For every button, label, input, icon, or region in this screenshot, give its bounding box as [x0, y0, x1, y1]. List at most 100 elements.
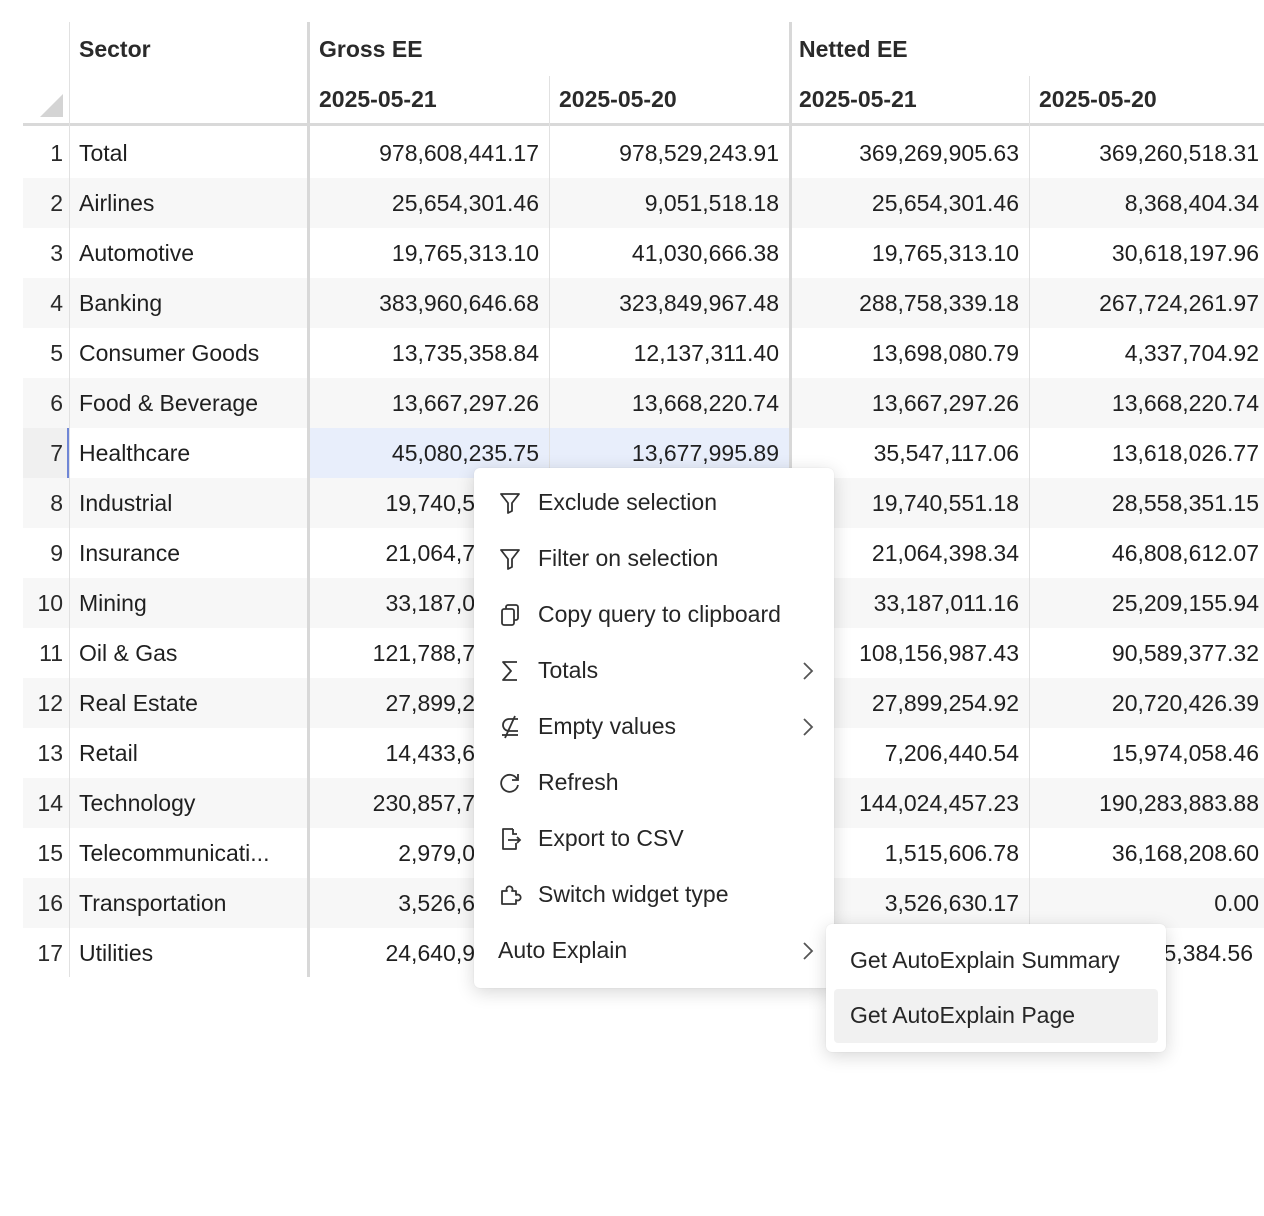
sector-cell[interactable]: Technology — [70, 790, 308, 817]
row-number[interactable]: 4 — [23, 290, 69, 317]
value-cell-netted-ee-2025-05-20[interactable]: 0.00 — [1030, 890, 1264, 917]
sector-cell[interactable]: Automotive — [70, 240, 308, 267]
value-cell-gross-ee-2025-05-20[interactable]: 9,051,518.18 — [550, 190, 790, 217]
group-header-gross-ee[interactable]: Gross EE — [319, 36, 423, 63]
value-cell-gross-ee-2025-05-21[interactable]: 13,667,297.26 — [310, 390, 550, 417]
sector-cell[interactable]: Banking — [70, 290, 308, 317]
get-autoexplain-page-item[interactable]: Get AutoExplain Page — [834, 989, 1158, 1043]
sector-cell[interactable]: Retail — [70, 740, 308, 767]
value-cell-netted-ee-2025-05-20[interactable]: 20,720,426.39 — [1030, 690, 1264, 717]
value-cell-gross-ee-2025-05-20[interactable]: 978,529,243.91 — [550, 140, 790, 167]
value-cell-netted-ee-2025-05-20[interactable]: 46,808,612.07 — [1030, 540, 1264, 567]
menu-item-export-to-csv[interactable]: Export to CSV — [474, 812, 834, 868]
menu-item-empty-values[interactable]: Empty values — [474, 700, 834, 756]
sector-cell[interactable]: Oil & Gas — [70, 640, 308, 667]
value-cell-netted-ee-2025-05-21[interactable]: 35,547,117.06 — [790, 440, 1030, 467]
get-autoexplain-summary-item[interactable]: Get AutoExplain Summary — [834, 934, 1158, 988]
value-cell-netted-ee-2025-05-21[interactable]: 288,758,339.18 — [790, 290, 1030, 317]
menu-item-auto-explain[interactable]: Auto Explain — [474, 924, 834, 980]
menu-item-copy-query-to-clipboard[interactable]: Copy query to clipboard — [474, 588, 834, 644]
sector-cell[interactable]: Healthcare — [70, 440, 308, 467]
value-cell-netted-ee-2025-05-20[interactable]: 25,209,155.94 — [1030, 590, 1264, 617]
date-header-netted-2[interactable]: 2025-05-20 — [1039, 86, 1157, 113]
value-cell-gross-ee-2025-05-20[interactable]: 13,668,220.74 — [550, 390, 790, 417]
value-cell-gross-ee-2025-05-20[interactable]: 323,849,967.48 — [550, 290, 790, 317]
menu-item-exclude-selection[interactable]: Exclude selection — [474, 476, 834, 532]
value-cell-gross-ee-2025-05-21[interactable]: 45,080,235.75 — [310, 440, 550, 467]
sector-cell[interactable]: Telecommunicati... — [70, 840, 308, 867]
value-cell-gross-ee-2025-05-21[interactable]: 25,654,301.46 — [310, 190, 550, 217]
value-cell-gross-ee-2025-05-20[interactable]: 41,030,666.38 — [550, 240, 790, 267]
menu-item-refresh[interactable]: Refresh — [474, 756, 834, 812]
value-cell-gross-ee-2025-05-21[interactable]: 27,899,2 — [310, 690, 475, 717]
row-number[interactable]: 12 — [23, 690, 69, 717]
row-number[interactable]: 11 — [23, 640, 69, 667]
value-cell-gross-ee-2025-05-20[interactable]: 13,677,995.89 — [550, 440, 790, 467]
sector-cell[interactable]: Mining — [70, 590, 308, 617]
value-cell-netted-ee-2025-05-20[interactable]: 13,668,220.74 — [1030, 390, 1264, 417]
date-header-gross-2[interactable]: 2025-05-20 — [559, 86, 677, 113]
value-cell-gross-ee-2025-05-21[interactable]: 14,433,6 — [310, 740, 475, 767]
group-header-netted-ee[interactable]: Netted EE — [799, 36, 908, 63]
sector-cell[interactable]: Consumer Goods — [70, 340, 308, 367]
row-number[interactable]: 13 — [23, 740, 69, 767]
value-cell-gross-ee-2025-05-21[interactable]: 21,064,7 — [310, 540, 475, 567]
sector-cell[interactable]: Airlines — [70, 190, 308, 217]
value-cell-netted-ee-2025-05-20[interactable]: 190,283,883.88 — [1030, 790, 1264, 817]
menu-item-totals[interactable]: Totals — [474, 644, 834, 700]
row-number[interactable]: 6 — [23, 390, 69, 417]
row-number[interactable]: 2 — [23, 190, 69, 217]
value-cell-netted-ee-2025-05-20[interactable]: 4,337,704.92 — [1030, 340, 1264, 367]
row-number[interactable]: 3 — [23, 240, 69, 267]
value-cell-netted-ee-2025-05-20[interactable]: 15,974,058.46 — [1030, 740, 1264, 767]
value-cell-gross-ee-2025-05-21[interactable]: 19,740,5 — [310, 490, 475, 517]
value-cell-gross-ee-2025-05-21[interactable]: 33,187,0 — [310, 590, 475, 617]
row-number[interactable]: 14 — [23, 790, 69, 817]
value-cell-gross-ee-2025-05-21[interactable]: 13,735,358.84 — [310, 340, 550, 367]
value-cell-gross-ee-2025-05-21[interactable]: 978,608,441.17 — [310, 140, 550, 167]
sector-cell[interactable]: Food & Beverage — [70, 390, 308, 417]
select-all-corner[interactable] — [40, 94, 63, 117]
value-cell-netted-ee-2025-05-20[interactable]: 36,168,208.60 — [1030, 840, 1264, 867]
sector-cell[interactable]: Insurance — [70, 540, 308, 567]
sector-cell[interactable]: Utilities — [70, 940, 308, 967]
value-cell-netted-ee-2025-05-20[interactable]: 28,558,351.15 — [1030, 490, 1264, 517]
value-cell-netted-ee-2025-05-21[interactable]: 13,667,297.26 — [790, 390, 1030, 417]
row-number[interactable]: 16 — [23, 890, 69, 917]
sector-cell[interactable]: Transportation — [70, 890, 308, 917]
value-cell-gross-ee-2025-05-21[interactable]: 121,788,7 — [310, 640, 475, 667]
sector-cell[interactable]: Real Estate — [70, 690, 308, 717]
value-cell-gross-ee-2025-05-21[interactable]: 3,526,6 — [310, 890, 475, 917]
value-cell-netted-ee-2025-05-21[interactable]: 369,269,905.63 — [790, 140, 1030, 167]
row-number[interactable]: 1 — [23, 140, 69, 167]
value-cell-gross-ee-2025-05-20[interactable]: 12,137,311.40 — [550, 340, 790, 367]
menu-item-switch-widget-type[interactable]: Switch widget type — [474, 868, 834, 924]
value-cell-netted-ee-2025-05-21[interactable]: 25,654,301.46 — [790, 190, 1030, 217]
value-cell-gross-ee-2025-05-21[interactable]: 24,640,9 — [310, 940, 475, 967]
value-cell-gross-ee-2025-05-21[interactable]: 19,765,313.10 — [310, 240, 550, 267]
row-number[interactable]: 7 — [23, 440, 69, 467]
value-cell-netted-ee-2025-05-20[interactable]: 90,589,377.32 — [1030, 640, 1264, 667]
date-header-gross-1[interactable]: 2025-05-21 — [319, 86, 437, 113]
row-number[interactable]: 10 — [23, 590, 69, 617]
value-cell-gross-ee-2025-05-21[interactable]: 230,857,7 — [310, 790, 475, 817]
row-number[interactable]: 8 — [23, 490, 69, 517]
value-cell-netted-ee-2025-05-20[interactable]: 13,618,026.77 — [1030, 440, 1264, 467]
sector-cell[interactable]: Industrial — [70, 490, 308, 517]
row-number[interactable]: 15 — [23, 840, 69, 867]
value-cell-netted-ee-2025-05-20[interactable]: 8,368,404.34 — [1030, 190, 1264, 217]
value-cell-netted-ee-2025-05-20[interactable]: 267,724,261.97 — [1030, 290, 1264, 317]
value-cell-netted-ee-2025-05-21[interactable]: 19,765,313.10 — [790, 240, 1030, 267]
value-cell-netted-ee-2025-05-21[interactable]: 13,698,080.79 — [790, 340, 1030, 367]
value-cell-netted-ee-2025-05-20[interactable]: 30,618,197.96 — [1030, 240, 1264, 267]
row-number[interactable]: 5 — [23, 340, 69, 367]
sector-cell[interactable]: Total — [70, 140, 308, 167]
value-cell-netted-ee-2025-05-20[interactable]: 369,260,518.31 — [1030, 140, 1264, 167]
sector-header[interactable]: Sector — [79, 36, 151, 63]
row-number[interactable]: 9 — [23, 540, 69, 567]
value-cell-gross-ee-2025-05-21[interactable]: 2,979,0 — [310, 840, 475, 867]
date-header-netted-1[interactable]: 2025-05-21 — [799, 86, 917, 113]
menu-item-filter-on-selection[interactable]: Filter on selection — [474, 532, 834, 588]
value-cell-gross-ee-2025-05-21[interactable]: 383,960,646.68 — [310, 290, 550, 317]
row-number[interactable]: 17 — [23, 940, 69, 967]
